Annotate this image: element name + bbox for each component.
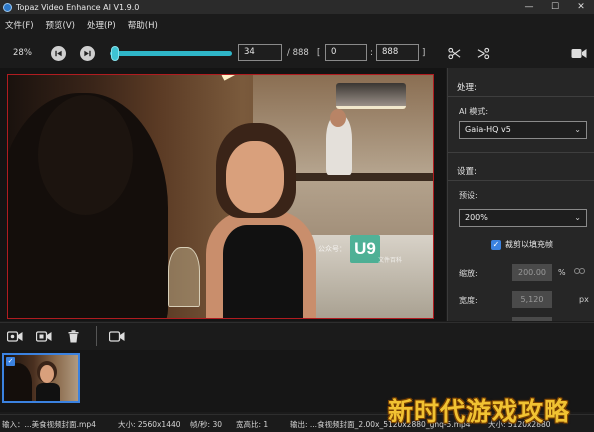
skip-back-icon	[55, 50, 62, 57]
waiter-head	[330, 109, 346, 127]
scissors-split-icon[interactable]	[475, 45, 491, 61]
menu-process[interactable]: 处理(P)	[87, 19, 116, 31]
video-camera-icon[interactable]	[570, 45, 588, 61]
settings-panel: 处理: AI 模式: Gaia-HQ v5 ⌄ 设置: 预设: 200% ⌄ ✓…	[447, 68, 594, 321]
menu-help[interactable]: 帮助(H)	[128, 19, 158, 31]
thumb-man	[4, 363, 32, 401]
thumb-face	[40, 365, 54, 383]
window-controls: — ☐ ✕	[516, 0, 594, 14]
width-unit: px	[579, 295, 589, 304]
video-process-icon[interactable]	[108, 328, 126, 344]
scale-unit: %	[558, 268, 566, 277]
preset-label: 预设:	[459, 191, 478, 200]
video-preview-area: 公众号： U9 文件百科	[0, 68, 446, 321]
timeline-slider-track[interactable]	[110, 51, 232, 56]
topaz-app-icon	[3, 2, 12, 12]
zoom-level[interactable]: 28%	[13, 48, 32, 58]
width-input[interactable]: 5,120	[512, 291, 552, 308]
range-open-bracket: [	[317, 48, 321, 58]
scale-label: 缩放:	[459, 269, 478, 278]
process-header: 处理:	[457, 83, 477, 93]
bottom-toolbar	[0, 322, 594, 350]
status-size: 大小: 2560x1440	[118, 420, 181, 429]
width-label: 宽度:	[459, 296, 478, 305]
wine-glass	[168, 247, 200, 307]
panel-divider	[448, 96, 594, 97]
ai-mode-label: AI 模式:	[459, 107, 489, 116]
status-input: 输入：...美食视频封面.mp4	[2, 420, 96, 429]
window-title: Topaz Video Enhance AI V1.9.0	[16, 2, 140, 12]
skip-to-end-button[interactable]	[80, 46, 95, 61]
camera-add-icon[interactable]	[6, 328, 24, 344]
crop-to-fill-option[interactable]: ✓ 裁剪以填充帧	[491, 239, 553, 250]
clip-thumbnail[interactable]: ✓	[2, 353, 80, 403]
menu-file[interactable]: 文件(F)	[5, 19, 34, 31]
preset-select[interactable]: 200% ⌄	[459, 209, 587, 227]
status-aspect: 宽高比: 1	[236, 420, 269, 429]
current-frame-input[interactable]: 34	[238, 44, 282, 61]
close-button[interactable]: ✕	[568, 0, 594, 14]
trash-icon[interactable]	[64, 328, 82, 344]
total-frames: / 888	[287, 48, 309, 58]
settings-header: 设置:	[457, 167, 477, 177]
range-separator: :	[370, 48, 373, 58]
panel-divider	[448, 152, 594, 153]
menu-preview[interactable]: 预览(V)	[46, 19, 75, 31]
video-frame[interactable]: 公众号： U9 文件百科	[7, 74, 434, 319]
toolbar-separator	[96, 326, 97, 346]
overlay-brand-watermark: 新时代游戏攻略	[388, 397, 571, 426]
chevron-down-icon: ⌄	[574, 125, 581, 134]
thumb-select-checkbox[interactable]: ✓	[6, 357, 15, 366]
camera-edit-icon[interactable]	[35, 328, 53, 344]
height-input[interactable]	[512, 317, 552, 321]
woman-dress	[223, 225, 303, 318]
chevron-down-icon: ⌄	[574, 213, 581, 222]
ai-mode-select[interactable]: Gaia-HQ v5 ⌄	[459, 121, 587, 139]
maximize-button[interactable]: ☐	[542, 0, 568, 14]
range-close-bracket: ]	[422, 48, 426, 58]
watermark-label: 公众号：	[318, 245, 346, 253]
timeline-slider-thumb[interactable]	[110, 46, 119, 61]
watermark-subtext: 文件百科	[378, 257, 403, 264]
menu-bar: 文件(F) 预览(V) 处理(P) 帮助(H)	[0, 16, 594, 34]
crop-checkbox[interactable]: ✓	[491, 239, 501, 250]
thumb-body	[36, 383, 60, 401]
link-icon[interactable]	[574, 267, 585, 277]
title-bar: Topaz Video Enhance AI V1.9.0 — ☐ ✕	[0, 0, 594, 14]
range-end-input[interactable]: 888	[376, 44, 419, 61]
range-start-input[interactable]: 0	[325, 44, 367, 61]
status-fps: 帧/秒: 30	[190, 420, 222, 429]
pendant-lamp	[336, 83, 406, 109]
scissors-trim-icon[interactable]	[446, 45, 462, 61]
man-head	[38, 95, 133, 215]
watermark: 公众号： U9 文件百科	[318, 235, 402, 264]
preset-value: 200%	[465, 213, 488, 222]
skip-to-start-button[interactable]	[51, 46, 66, 61]
panel-divider	[448, 180, 594, 181]
scale-input[interactable]: 200.00	[512, 264, 552, 281]
ai-mode-value: Gaia-HQ v5	[465, 125, 511, 134]
woman-face	[226, 141, 284, 213]
playback-control-bar: 28% 34 / 888 [ 0 : 888 ]	[0, 38, 594, 68]
crop-label: 裁剪以填充帧	[505, 240, 553, 249]
watermark-logo: U9	[350, 235, 380, 263]
minimize-button[interactable]: —	[516, 0, 542, 14]
skip-forward-icon	[84, 50, 91, 57]
